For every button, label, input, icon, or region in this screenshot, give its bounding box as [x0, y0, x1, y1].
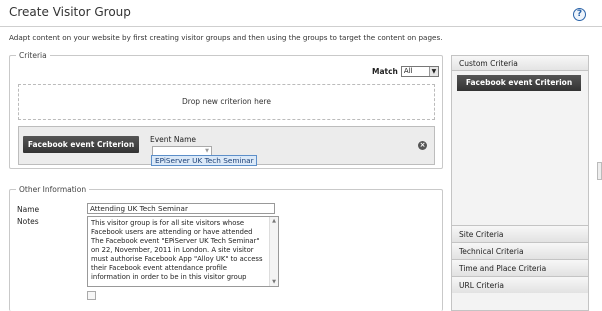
sidebar-header-custom-criteria[interactable]: Custom Criteria: [452, 56, 588, 71]
cut-off-checkbox[interactable]: [87, 291, 96, 300]
scroll-up-icon[interactable]: ▲: [270, 217, 278, 225]
notes-scrollbar[interactable]: ▲ ▼: [269, 217, 278, 286]
notes-textarea[interactable]: This visitor group is for all site visit…: [87, 216, 279, 287]
match-label: Match: [372, 67, 398, 76]
chevron-down-icon[interactable]: ▼: [203, 147, 211, 155]
criteria-sidebar: Custom Criteria Facebook event Criterion…: [451, 55, 589, 311]
match-row: Match All ▼: [372, 66, 439, 77]
criteria-legend: Criteria: [19, 51, 47, 60]
intro-text: Adapt content on your website by first c…: [9, 33, 443, 42]
event-suggestion-item[interactable]: EPiServer UK Tech Seminar: [151, 155, 257, 166]
match-value: All: [403, 67, 413, 75]
match-select[interactable]: All ▼: [400, 66, 439, 77]
sidebar-item-time-and-place-criteria[interactable]: Time and Place Criteria: [452, 259, 588, 276]
scroll-down-icon[interactable]: ▼: [270, 278, 278, 286]
chevron-down-icon[interactable]: ▼: [428, 67, 438, 76]
drop-zone[interactable]: Drop new criterion here: [18, 84, 435, 120]
help-icon[interactable]: ?: [573, 8, 586, 21]
title-divider: [0, 26, 602, 27]
other-information-legend: Other Information: [19, 185, 87, 194]
cut-off-label: [17, 292, 19, 301]
sidebar-item-technical-criteria[interactable]: Technical Criteria: [452, 242, 588, 259]
name-label: Name: [17, 205, 40, 214]
event-name-label: Event Name: [150, 135, 196, 144]
remove-criterion-icon[interactable]: ×: [418, 141, 427, 150]
name-input[interactable]: Attending UK Tech Seminar: [87, 203, 275, 214]
sidebar-item-facebook-event-criterion[interactable]: Facebook event Criterion: [457, 75, 581, 91]
sidebar-item-site-criteria[interactable]: Site Criteria: [452, 225, 588, 242]
notes-text: This visitor group is for all site visit…: [91, 219, 263, 281]
sidebar-item-url-criteria[interactable]: URL Criteria: [452, 276, 588, 293]
notes-label: Notes: [17, 217, 39, 226]
page-title: Create Visitor Group: [9, 5, 131, 19]
criterion-badge[interactable]: Facebook event Criterion: [23, 136, 139, 153]
page-scrollbar[interactable]: [597, 162, 602, 180]
